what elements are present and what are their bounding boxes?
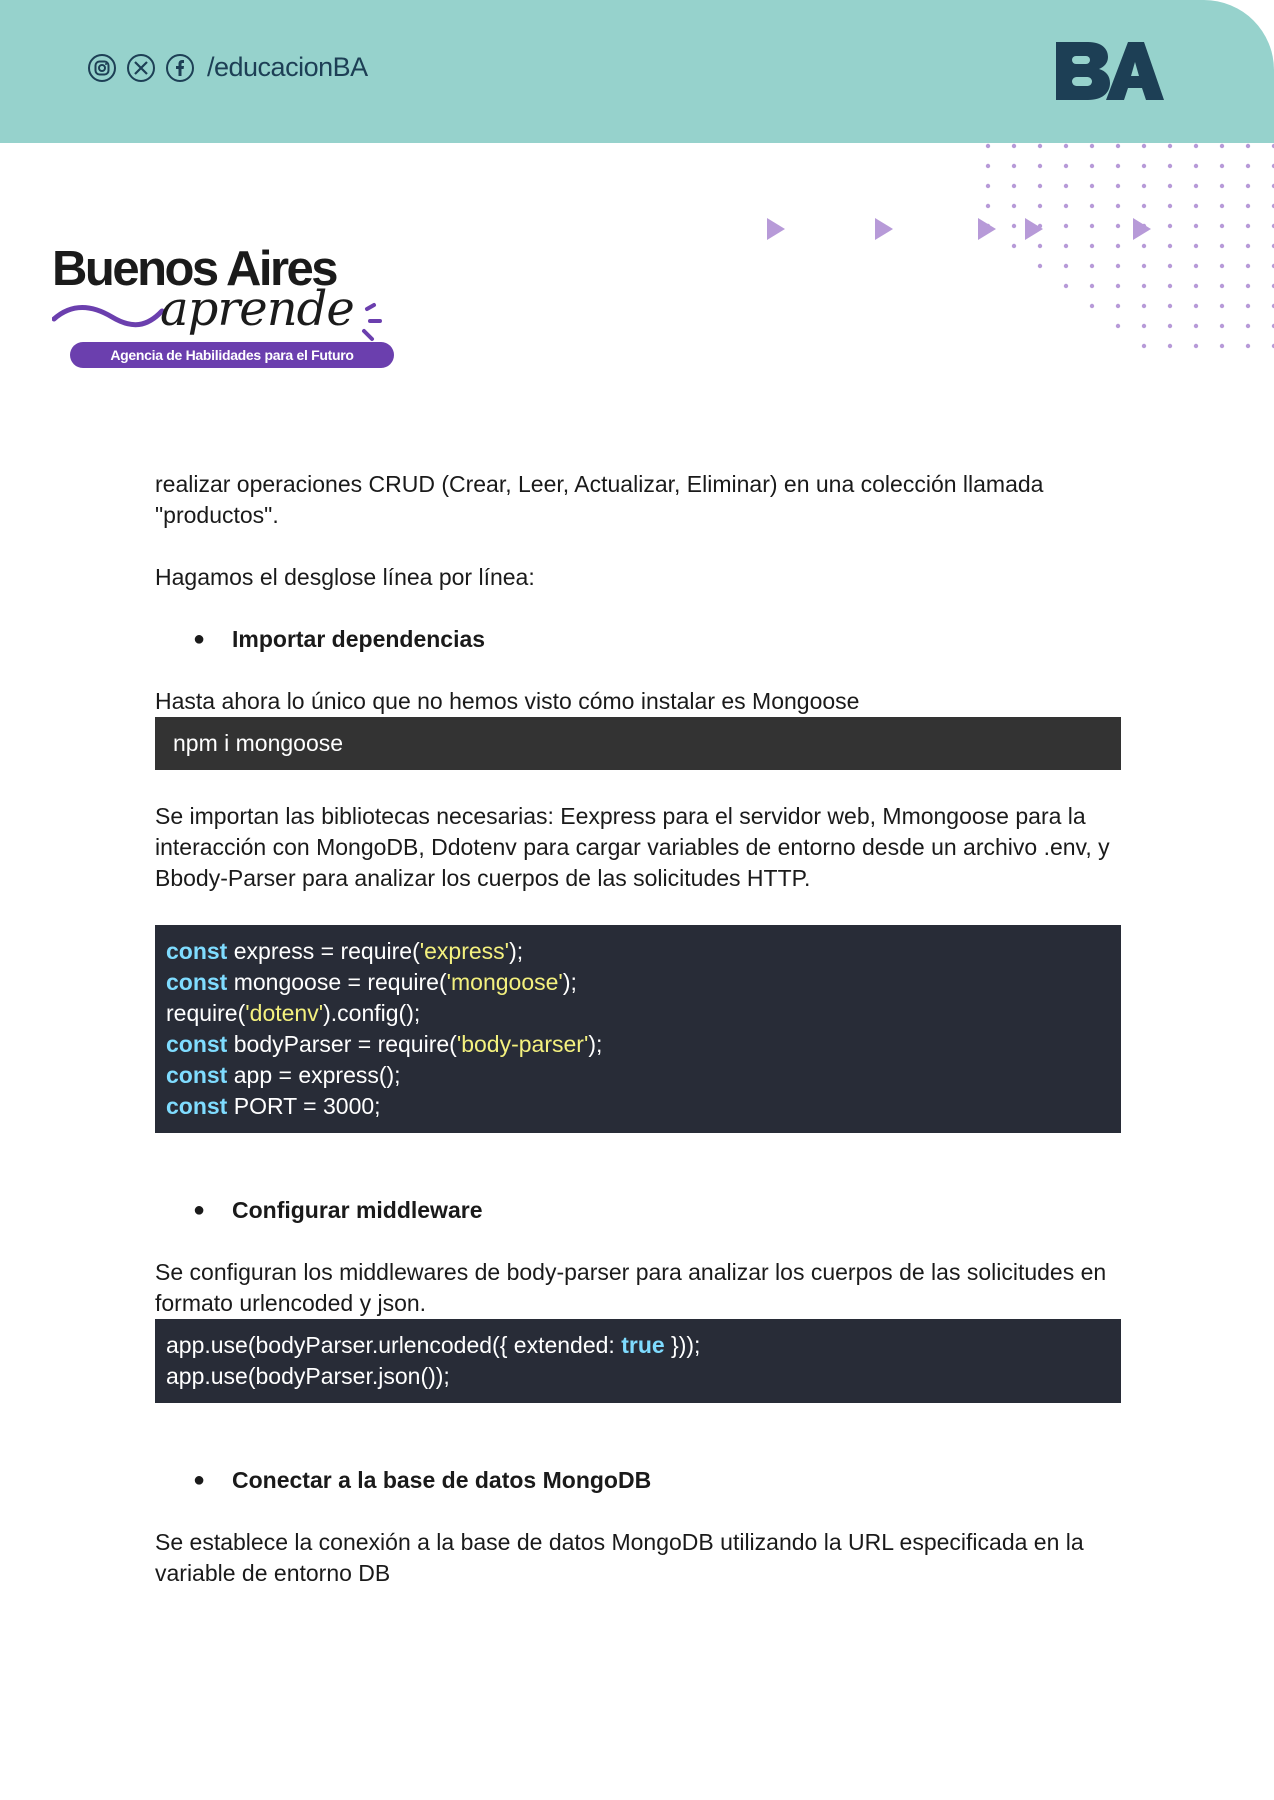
bullet-icon: ● xyxy=(193,1199,206,1221)
code-line: require('dotenv').config(); xyxy=(166,1000,421,1026)
section-heading-text: Configurar middleware xyxy=(232,1197,483,1223)
code-line: const app = express(); xyxy=(166,1062,401,1088)
instagram-icon[interactable] xyxy=(88,53,116,82)
code-line: const mongoose = require('mongoose'); xyxy=(166,969,577,995)
mongoose-note: Hasta ahora lo único que no hemos visto … xyxy=(155,688,860,714)
code-line: const bodyParser = require('body-parser'… xyxy=(166,1031,603,1057)
section-heading-text: Importar dependencias xyxy=(232,626,486,652)
header-band: /educacionBA xyxy=(0,0,1274,143)
code-line: app.use(bodyParser.urlencoded({ extended… xyxy=(166,1332,701,1358)
logo-badge: Agencia de Habilidades para el Futuro xyxy=(70,342,394,368)
social-handle[interactable]: /educacionBA xyxy=(207,52,368,83)
install-command-block: npm i mongoose xyxy=(155,717,1121,770)
import-description: Se importan las bibliotecas necesarias: … xyxy=(155,803,1110,891)
ba-logo xyxy=(1052,40,1164,107)
section-heading-middleware: ● Configurar middleware xyxy=(155,1195,1121,1226)
facebook-icon[interactable] xyxy=(166,53,194,82)
section-heading-connect: ● Conectar a la base de datos MongoDB xyxy=(155,1465,1121,1496)
middleware-description: Se configuran los middlewares de body-pa… xyxy=(155,1259,1107,1316)
middleware-code-block: app.use(bodyParser.urlencoded({ extended… xyxy=(155,1319,1121,1403)
buenos-aires-aprende-logo: Buenos Aires aprende Agencia de Habilida… xyxy=(52,245,394,370)
logo-script: aprende xyxy=(160,281,355,337)
intro-paragraph: realizar operaciones CRUD (Crear, Leer, … xyxy=(155,471,1044,528)
social-links: /educacionBA xyxy=(88,52,368,83)
code-line: const express = require('express'); xyxy=(166,938,524,964)
x-icon[interactable] xyxy=(127,53,155,82)
code-line: const PORT = 3000; xyxy=(166,1093,381,1119)
section-heading-text: Conectar a la base de datos MongoDB xyxy=(232,1467,652,1493)
bullet-icon: ● xyxy=(193,628,206,650)
bullet-icon: ● xyxy=(193,1469,206,1491)
document-body: realizar operaciones CRUD (Crear, Leer, … xyxy=(155,469,1121,1589)
section-heading-import: ● Importar dependencias xyxy=(155,624,1121,655)
code-line: app.use(bodyParser.json()); xyxy=(166,1363,450,1389)
connect-description: Se establece la conexión a la base de da… xyxy=(155,1529,1084,1586)
breakdown-paragraph: Hagamos el desglose línea por línea: xyxy=(155,564,535,590)
import-code-block: const express = require('express'); cons… xyxy=(155,925,1121,1133)
decorative-pattern xyxy=(767,143,1274,349)
